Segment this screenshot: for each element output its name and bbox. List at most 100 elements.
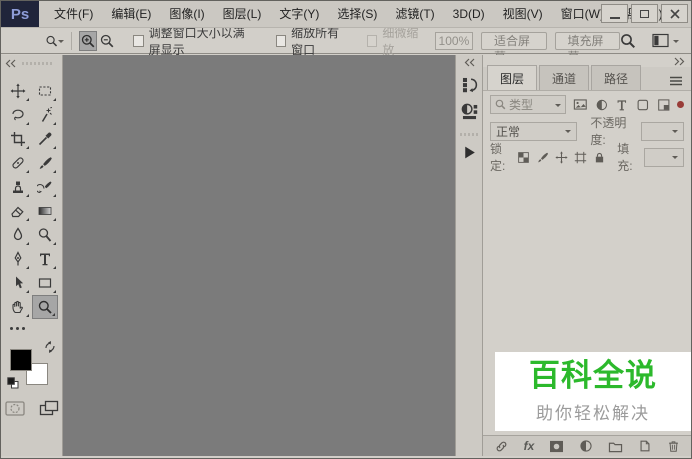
spot-healing-brush-tool[interactable] — [5, 151, 31, 175]
clone-stamp-icon — [12, 181, 23, 193]
dock-drag-handle[interactable] — [22, 62, 52, 65]
eyedropper-tool[interactable] — [32, 127, 58, 151]
menu-layer[interactable]: 图层(L) — [214, 1, 271, 27]
layer-style-button[interactable]: fx — [524, 439, 535, 453]
canvas-area[interactable] — [63, 55, 455, 456]
maximize-icon — [640, 9, 649, 18]
rectangle-tool[interactable] — [32, 271, 58, 295]
eraser-tool[interactable] — [5, 199, 31, 223]
delete-layer-icon[interactable] — [667, 439, 680, 453]
edit-toolbar-icon[interactable] — [10, 327, 25, 330]
lock-artboard-icon[interactable] — [574, 151, 587, 164]
blur-icon — [13, 227, 22, 241]
tab-paths[interactable]: 路径 — [591, 65, 642, 90]
menu-image[interactable]: 图像(I) — [160, 1, 213, 27]
menu-select[interactable]: 选择(S) — [328, 1, 386, 27]
resize-windows-checkbox[interactable]: 调整窗口大小以满屏显示 — [133, 24, 256, 58]
zoom-tool-preset-icon[interactable] — [45, 33, 58, 49]
blend-mode-dropdown[interactable]: 正常 — [490, 121, 578, 141]
path-selection-tool[interactable] — [5, 271, 31, 295]
zoom-in-button[interactable] — [79, 30, 97, 51]
minimize-button[interactable] — [601, 4, 628, 23]
lock-position-icon[interactable] — [555, 150, 568, 164]
layer-filter-type-dropdown[interactable]: 类型 — [490, 95, 567, 114]
blend-mode-row: 正常 不透明度: — [483, 116, 691, 147]
gradient-tool[interactable] — [32, 199, 58, 223]
tool-preset-chevron-icon[interactable] — [58, 39, 65, 46]
move-tool[interactable] — [5, 79, 31, 103]
menu-type[interactable]: 文字(Y) — [270, 1, 328, 27]
workspace-switcher[interactable] — [652, 33, 679, 48]
fill-screen-button[interactable]: 填充屏幕 — [554, 31, 620, 64]
maximize-button[interactable] — [631, 4, 658, 23]
zoom-all-windows-checkbox[interactable]: 缩放所有窗口 — [276, 24, 349, 58]
chevron-down-icon — [672, 130, 678, 136]
clone-stamp-tool[interactable] — [5, 175, 31, 199]
foreground-color-swatch[interactable] — [9, 349, 32, 371]
expand-panels-icon[interactable] — [464, 58, 475, 67]
history-brush-tool[interactable] — [32, 175, 58, 199]
zoom-percent-field[interactable]: 100% — [434, 31, 473, 50]
new-layer-icon[interactable] — [638, 439, 652, 453]
screen-mode-icon[interactable] — [39, 400, 59, 416]
actions-panel-button[interactable] — [461, 144, 478, 161]
photoshop-window: Ps 文件(F) 编辑(E) 图像(I) 图层(L) 文字(Y) 选择(S) 滤… — [0, 0, 692, 459]
link-layers-icon[interactable] — [494, 439, 509, 454]
zoom-in-icon — [81, 34, 95, 47]
type-icon — [39, 253, 50, 266]
collapse-panels-icon[interactable] — [674, 57, 685, 66]
fit-screen-button[interactable]: 适合屏幕 — [481, 31, 547, 64]
hand-tool[interactable] — [5, 295, 31, 319]
menu-file[interactable]: 文件(F) — [45, 1, 102, 27]
dodge-tool[interactable] — [32, 223, 58, 247]
filter-toggle-icon[interactable] — [677, 101, 684, 108]
rectangular-marquee-tool[interactable] — [32, 79, 58, 103]
filter-pixel-layers-icon[interactable] — [573, 97, 588, 112]
fill-field[interactable] — [644, 147, 685, 167]
new-group-icon[interactable] — [608, 440, 623, 453]
default-colors-icon[interactable] — [6, 377, 19, 389]
filter-smart-objects-icon[interactable] — [657, 98, 671, 112]
scrubby-zoom-label: 细微缩放 — [382, 25, 419, 57]
tab-channels[interactable]: 通道 — [539, 65, 590, 90]
quick-mask-icon[interactable] — [4, 400, 25, 416]
search-icon[interactable] — [620, 33, 636, 49]
blend-mode-value: 正常 — [496, 124, 521, 139]
hand-icon — [11, 300, 23, 314]
panel-icon-strip — [455, 55, 482, 456]
checkbox-icon — [133, 34, 144, 47]
brush-tool[interactable] — [32, 151, 58, 175]
history-panel-button[interactable] — [460, 75, 479, 94]
menu-filter[interactable]: 滤镜(T) — [386, 1, 443, 27]
filter-shape-layers-icon[interactable] — [636, 98, 650, 112]
close-button[interactable] — [661, 4, 688, 23]
lasso-tool[interactable] — [5, 103, 31, 127]
pen-tool[interactable] — [5, 247, 31, 271]
magic-wand-tool[interactable] — [32, 103, 58, 127]
collapse-tools-icon[interactable] — [5, 59, 16, 68]
menu-edit[interactable]: 编辑(E) — [102, 1, 160, 27]
lock-pixels-icon[interactable] — [536, 151, 549, 164]
opacity-field[interactable] — [641, 121, 684, 141]
filter-adjustment-layers-icon[interactable] — [595, 98, 609, 112]
lock-all-icon[interactable] — [593, 151, 606, 164]
lock-transparency-icon[interactable] — [517, 151, 530, 164]
add-layer-mask-icon[interactable] — [549, 440, 564, 453]
filter-type-layers-icon[interactable] — [615, 98, 629, 112]
filter-type-label: 类型 — [509, 98, 534, 112]
swap-colors-icon[interactable] — [44, 341, 56, 353]
zoom-tool[interactable] — [31, 295, 58, 319]
adjustments-panel-button[interactable] — [460, 102, 479, 121]
menu-view[interactable]: 视图(V) — [494, 1, 552, 27]
panel-menu-button[interactable] — [669, 76, 691, 90]
strip-drag-handle[interactable] — [459, 133, 479, 136]
tab-layers[interactable]: 图层 — [487, 65, 538, 90]
crop-tool[interactable] — [5, 127, 31, 151]
menu-3d[interactable]: 3D(D) — [444, 1, 494, 27]
zoom-out-button[interactable] — [99, 31, 115, 51]
blur-tool[interactable] — [5, 223, 31, 247]
watermark-subtitle: 助你轻松解决 — [536, 404, 650, 424]
type-tool[interactable] — [32, 247, 58, 271]
new-adjustment-layer-icon[interactable] — [579, 439, 593, 453]
color-swatches — [6, 341, 56, 389]
